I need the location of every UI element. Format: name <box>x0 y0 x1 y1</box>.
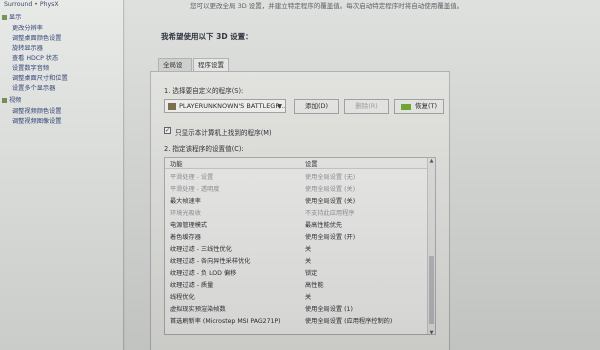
feature-cell: 首选刷新率 (Microstep MSI PAG271P) <box>170 318 281 325</box>
feature-cell: 纹理过滤 - 各向异性采样优化 <box>170 258 251 265</box>
setting-value-cell[interactable]: 使用全局设置 (关) <box>305 184 355 193</box>
tab-global-settings[interactable]: 全局设置 <box>158 58 192 81</box>
main-pane: 您可以更改全局 3D 设置，并建立特定程序的覆盖值。每次启动特定程序时将自动使用… <box>125 0 600 350</box>
tree-item-desktop-size[interactable]: 调整桌面尺寸和位置 <box>12 75 68 83</box>
nvidia-control-panel: Surround • PhysX 显示 更改分辨率 调整桌面颜色设置 旋转显示器… <box>0 0 600 350</box>
table-row[interactable]: 着色缓存器 使用全局设置 (开) <box>165 231 428 241</box>
feature-cell: 虚拟现实预渲染帧数 <box>170 306 226 313</box>
setting-value-cell[interactable]: 使用全局设置 (关) <box>305 196 355 205</box>
tree-item-change-resolution[interactable]: 更改分辨率 <box>12 25 43 33</box>
feature-cell: 纹理过滤 - 质量 <box>170 282 214 289</box>
feature-cell: 纹理过滤 - 三线性优化 <box>170 246 232 253</box>
setting-value-cell[interactable]: 锁定 <box>305 268 317 277</box>
feature-cell: 着色缓存器 <box>170 234 201 241</box>
setting-value-cell[interactable]: 关 <box>305 292 311 301</box>
table-row[interactable]: 纹理过滤 - 负 LOD 偏移 锁定 <box>165 267 428 277</box>
video-category-icon <box>2 97 7 103</box>
table-row[interactable]: 纹理过滤 - 三线性优化 关 <box>165 243 428 253</box>
setting-value-cell[interactable]: 使用全局设置 (应用程序控制的) <box>305 316 392 325</box>
setting-value-cell[interactable]: 使用全局设置 (1) <box>305 304 353 313</box>
intro-text: 您可以更改全局 3D 设置，并建立特定程序的覆盖值。每次启动特定程序时将自动使用… <box>190 2 464 10</box>
specify-settings-label: 2. 指定该程序的设置值(C): <box>164 145 244 153</box>
checkbox-label: 只显示本计算机上找到的程序(M) <box>175 129 272 137</box>
table-row[interactable]: 纹理过滤 - 质量 高性能 <box>165 279 428 289</box>
table-row[interactable]: 平滑处理 - 设置 使用全局设置 (无) <box>165 171 428 181</box>
tree-category-video[interactable]: 视频 <box>2 97 21 105</box>
settings-table: 功能 设置 平滑处理 - 设置 使用全局设置 (无) 平滑处理 - 透明度 使用全局设… <box>164 157 436 335</box>
tree-item-digital-audio[interactable]: 设置数字音频 <box>12 65 49 73</box>
tree-category-display[interactable]: 显示 <box>2 14 21 22</box>
table-scrollbar[interactable]: ▲ ▼ <box>427 158 435 334</box>
feature-cell: 平滑处理 - 透明度 <box>170 186 220 193</box>
table-row[interactable]: 线程优化 关 <box>165 291 428 301</box>
setting-value-cell[interactable]: 使用全局设置 (无) <box>305 172 355 181</box>
game-icon <box>168 103 176 110</box>
table-row[interactable]: 最大帧速率 使用全局设置 (关) <box>165 195 428 205</box>
feature-cell: 纹理过滤 - 负 LOD 偏移 <box>170 270 237 277</box>
remove-button[interactable]: 删除(R) <box>344 99 389 114</box>
setting-value-cell[interactable]: 不支持此应用程序 <box>305 208 355 217</box>
setting-value-cell[interactable]: 使用全局设置 (开) <box>305 232 355 241</box>
setting-value-cell[interactable]: 最高性能优先 <box>305 220 342 229</box>
add-button[interactable]: 添加(D) <box>294 99 339 114</box>
table-row[interactable]: 平滑处理 - 透明度 使用全局设置 (关) <box>165 183 428 193</box>
table-row[interactable]: 电源管理模式 最高性能优先 <box>165 219 428 229</box>
chevron-down-icon: ▼ <box>277 103 282 110</box>
feature-cell: 线程优化 <box>170 294 195 301</box>
restore-button[interactable]: 恢复(T) <box>394 99 444 114</box>
nvidia-logo-icon <box>401 104 411 110</box>
scroll-down-icon[interactable]: ▼ <box>428 330 435 334</box>
navigation-tree: Surround • PhysX 显示 更改分辨率 调整桌面颜色设置 旋转显示器… <box>0 0 124 350</box>
tree-item-hdcp-status[interactable]: 查看 HDCP 状态 <box>12 55 58 63</box>
tree-item-multiple-displays[interactable]: 设置多个显示器 <box>12 85 55 93</box>
table-row[interactable]: 首选刷新率 (Microstep MSI PAG271P) 使用全局设置 (应用程… <box>165 315 428 325</box>
tree-item-rotate-display[interactable]: 旋转显示器 <box>12 45 43 53</box>
scrollbar-thumb[interactable] <box>429 256 434 324</box>
feature-cell: 电源管理模式 <box>170 222 208 229</box>
select-program-label: 1. 选择要自定义的程序(S): <box>164 87 244 95</box>
tree-header: Surround • PhysX <box>4 1 59 8</box>
feature-cell: 环境光吸收 <box>170 210 201 217</box>
scroll-up-icon[interactable]: ▲ <box>428 158 435 164</box>
feature-cell: 平滑处理 - 设置 <box>170 174 214 181</box>
tree-item-video-color[interactable]: 调整视频颜色设置 <box>12 108 62 116</box>
table-row[interactable]: 虚拟现实预渲染帧数 使用全局设置 (1) <box>165 303 428 313</box>
display-category-icon <box>2 14 7 20</box>
section-heading: 我希望使用以下 3D 设置： <box>161 32 253 41</box>
program-settings-panel: 1. 选择要自定义的程序(S): PLAYERUNKNOWN'S BATTLEG… <box>150 71 450 350</box>
table-row[interactable]: 纹理过滤 - 各向异性采样优化 关 <box>165 255 428 265</box>
tree-item-video-image[interactable]: 调整视频图像设置 <box>12 118 62 126</box>
table-header: 功能 设置 <box>165 158 428 169</box>
show-found-programs-checkbox[interactable]: ✓ <box>164 127 171 134</box>
column-header-setting: 设置 <box>305 161 318 168</box>
setting-value-cell[interactable]: 关 <box>305 244 311 253</box>
table-row[interactable]: 环境光吸收 不支持此应用程序 <box>165 207 428 217</box>
setting-value-cell[interactable]: 关 <box>305 256 311 265</box>
tree-item-desktop-color[interactable]: 调整桌面颜色设置 <box>12 35 62 43</box>
tab-program-settings[interactable]: 程序设置 <box>193 58 229 72</box>
column-header-feature: 功能 <box>170 161 183 168</box>
feature-cell: 最大帧速率 <box>170 198 201 205</box>
setting-value-cell[interactable]: 高性能 <box>305 280 324 289</box>
program-select[interactable]: PLAYERUNKNOWN'S BATTLEGR... ▼ <box>164 99 286 113</box>
